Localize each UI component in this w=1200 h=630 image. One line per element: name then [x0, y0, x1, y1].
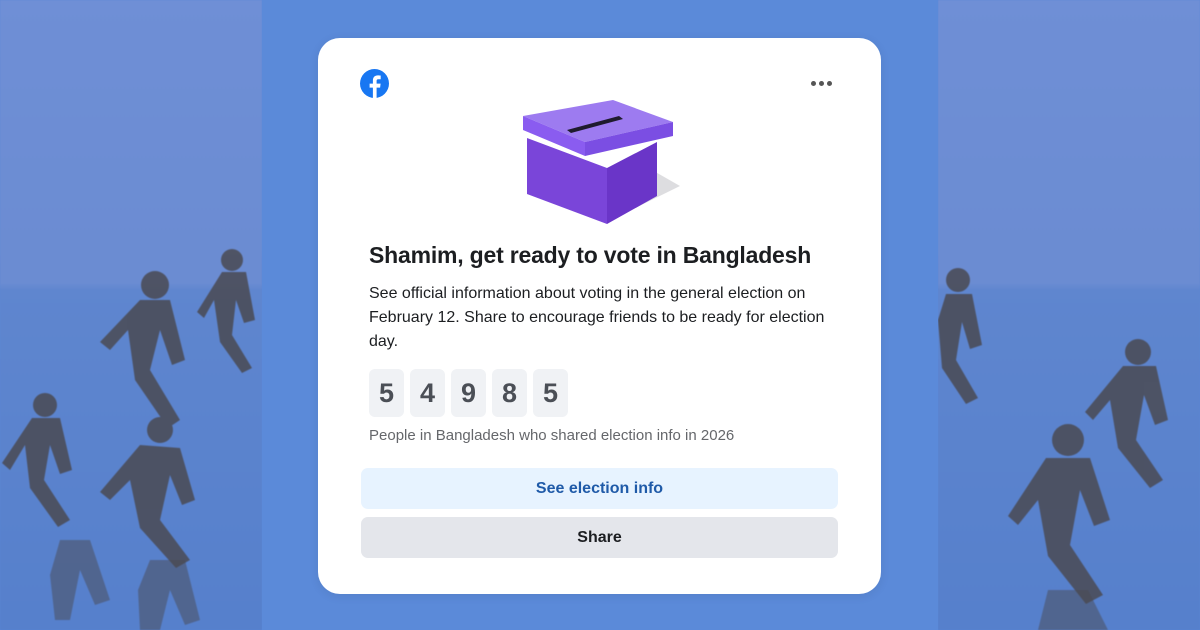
right-background-photo — [938, 0, 1200, 630]
people-silhouettes-right — [938, 268, 1168, 630]
left-background-photo — [0, 0, 262, 630]
share-counter: 5 4 9 8 5 — [369, 369, 568, 417]
card-description: See official information about voting in… — [369, 285, 825, 350]
card-title: Shamim, get ready to vote in Bangladesh — [369, 242, 812, 268]
counter-digit: 9 — [451, 369, 486, 417]
counter-digit: 5 — [369, 369, 404, 417]
counter-digit: 8 — [492, 369, 527, 417]
ballot-box-icon — [515, 96, 685, 231]
see-election-info-button[interactable]: See election info — [361, 468, 838, 509]
people-silhouettes-left — [2, 249, 255, 630]
election-card: Shamim, get ready to vote in Bangladesh … — [318, 38, 881, 594]
counter-digit: 4 — [410, 369, 445, 417]
counter-digit: 5 — [533, 369, 568, 417]
share-button[interactable]: Share — [361, 517, 838, 558]
more-options-icon[interactable] — [804, 70, 838, 96]
dot — [810, 80, 816, 86]
facebook-logo-icon[interactable] — [360, 69, 389, 98]
dot — [818, 80, 824, 86]
counter-caption: People in Bangladesh who shared election… — [369, 427, 735, 444]
dot — [826, 80, 832, 86]
